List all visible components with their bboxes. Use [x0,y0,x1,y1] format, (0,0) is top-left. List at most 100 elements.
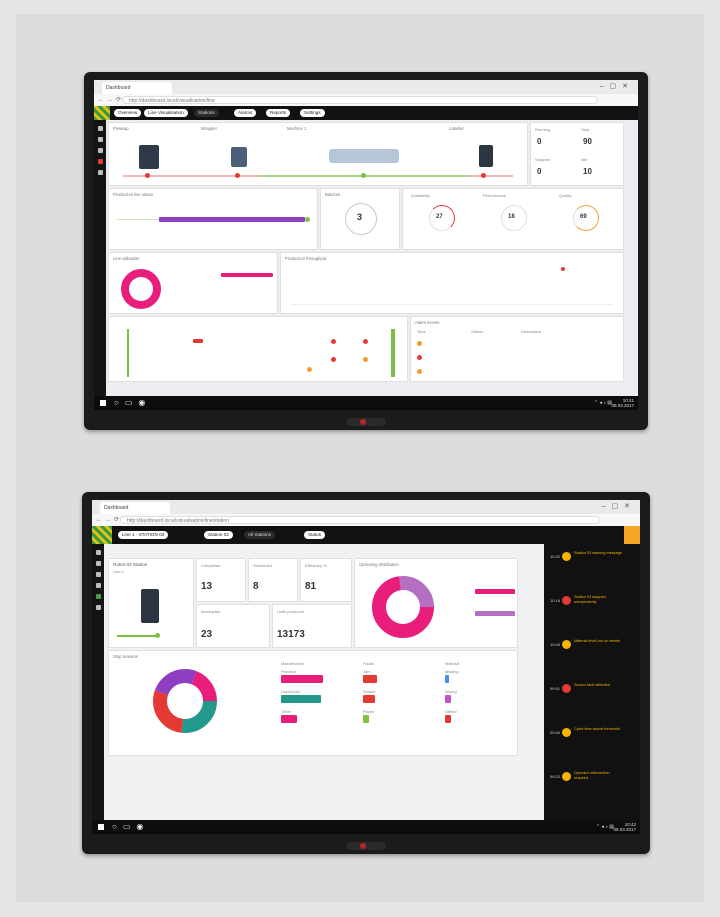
gauge-label: Performance [483,193,506,198]
progress-bar [159,217,305,222]
browser-tab[interactable]: Dashboard [100,502,170,514]
gauge-value: 69 [580,214,587,220]
url-input[interactable]: http://dashboard.local/visualisation/lin… [122,96,598,104]
robot-icon[interactable] [141,589,159,623]
timeline-time: 09:51 [550,686,561,691]
machine-name: Robot 03 Station [113,562,148,567]
table-header: Station [471,329,484,334]
monitor-icon[interactable] [95,583,101,588]
timeline-time: 09:40 [550,730,561,735]
app-nav-bar: Overview Line Visualisation Stations Ala… [94,106,638,120]
gantt-marker [331,357,336,362]
breakdown-panel: Stop reasons Maintenance Planned Unplann… [108,650,518,756]
timeline-item[interactable]: 09:51 Sensor fault detected [550,682,636,708]
tab-overview[interactable]: Overview [114,109,142,117]
warning-icon [562,552,571,561]
tab-status[interactable]: Status [304,531,326,539]
taskbar-apps-icon[interactable]: ○▭◉ [112,822,149,831]
start-button[interactable] [98,824,104,830]
list-icon[interactable] [95,572,101,577]
kpi-value: 0 [537,167,542,176]
tab-station[interactable]: Station 03 [204,531,233,539]
settings-icon[interactable] [97,170,103,175]
slider-track[interactable] [117,635,157,637]
tab-stations[interactable]: Stations [194,109,219,117]
list-icon[interactable] [97,148,103,153]
tab-all-stations[interactable]: All Stations [244,531,275,539]
status-dot [145,173,150,178]
distribution-donut [372,576,434,638]
nav-buttons-icon[interactable]: ←→⟳ [96,516,122,523]
taskbar-clock[interactable]: 10:42 08.03.2017 [613,822,636,832]
legend-bar [221,273,273,277]
bar-label: Missing [445,669,459,674]
taskbar-apps-icon[interactable]: ○▭◉ [114,398,151,407]
bar-label: Jam [363,669,371,674]
kpi-value: 8 [253,581,259,592]
kpi-value: 10 [583,167,592,176]
event-timeline: 10:32 Station 03 warning message 10:18 S… [544,544,640,820]
donut-title: Line utilisation [113,256,140,261]
status-icon[interactable] [95,594,101,599]
timeline-item[interactable]: 10:18 Station 03 stopped unexpectedly [550,594,636,620]
home-icon[interactable] [95,550,101,555]
machine-label-1: Machine 1 [287,126,307,131]
notification-icon[interactable] [624,526,640,544]
counter-title: Batches [325,192,341,197]
kpi-label: Running [535,127,550,132]
alarm-icon[interactable] [97,159,103,164]
tab-line-station[interactable]: Line 1 - STATION 03 [118,531,169,539]
browser-tab[interactable]: Dashboard [102,82,172,94]
start-button[interactable] [100,400,106,406]
machine-icon[interactable] [231,147,247,167]
timeline-item[interactable]: 09:40 Cycle time above threshold [550,726,636,752]
gauge-label: Quality [559,193,572,198]
home-icon[interactable] [97,126,103,131]
machine-card: Robot 03 Station Line 1 [108,558,194,648]
screen-bottom: Dashboard –▢✕ ←→⟳ http://dashboard.local… [92,500,640,834]
timeline-item[interactable]: 10:32 Station 03 warning message [550,550,636,576]
chart-icon[interactable] [95,561,101,566]
machine-icon[interactable] [139,145,159,169]
kpi-label: Efficiency % [305,563,327,568]
gantt-green-line [127,329,129,377]
tab-line-visualisation[interactable]: Line Visualisation [144,109,188,117]
taskbar-clock[interactable]: 10:41 08.03.2017 [611,398,634,408]
nav-buttons-icon[interactable]: ←→⟳ [98,96,124,103]
monitor-bottom: Dashboard –▢✕ ←→⟳ http://dashboard.local… [82,492,650,854]
bar-group-title: Material [445,661,460,666]
tab-reports[interactable]: Reports [266,109,291,117]
settings-icon[interactable] [95,605,101,610]
bar-label: Unplanned [281,689,301,694]
kpi-label: Idle [581,157,588,162]
tab-alarms[interactable]: Alarms [234,109,257,117]
warning-icon [562,640,571,649]
bar-label: Sensor [363,689,376,694]
dashboard-content: Prewrap Wrapper Machine 1 Labeller Runni… [106,120,638,396]
gauge-value: 18 [508,214,515,220]
gantt-bar [193,339,203,343]
gantt-marker [307,367,312,372]
timeline-item[interactable]: 10:05 Material level low on feeder [550,638,636,664]
monitor-top: Dashboard –▢✕ ←→⟳ http://dashboard.local… [84,72,648,430]
window-controls[interactable]: –▢✕ [602,502,636,510]
machine-label-wrapper: Wrapper [201,126,217,131]
slider-handle[interactable] [155,633,160,638]
table-row-status [417,369,422,374]
chart-icon[interactable] [97,137,103,142]
window-controls[interactable]: –▢✕ [600,82,634,90]
url-input[interactable]: http://dashboard.local/visualisation/lin… [120,516,600,524]
tab-settings[interactable]: Settings [300,109,325,117]
timeline-item[interactable]: 09:22 Operator intervention required [550,770,636,796]
gantt-marker [363,339,368,344]
machine-icon[interactable] [329,149,399,163]
bar-sensor [363,695,375,703]
bar-unplanned [281,695,321,703]
kpi-value: 81 [305,581,317,592]
gantt-marker [331,339,336,344]
machine-icon[interactable] [479,145,493,167]
kpi-tile: Scheduled 8 [248,558,298,602]
bar-label: Power [363,709,375,714]
timeline-text: Sensor fault detected [574,683,610,687]
kpi-value: 90 [583,137,592,146]
